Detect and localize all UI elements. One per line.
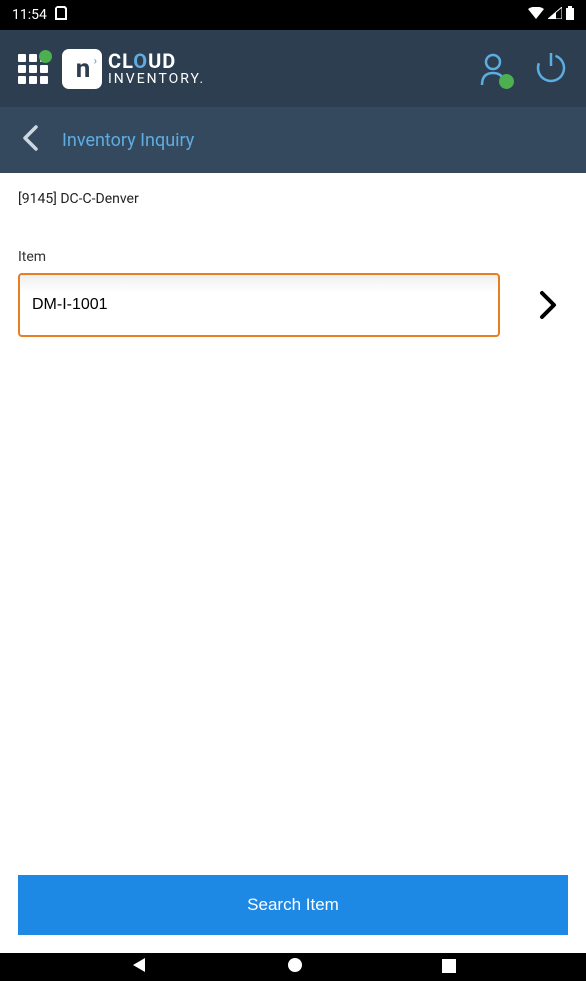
apps-menu-button[interactable]: [18, 54, 48, 84]
battery-icon: [566, 6, 574, 24]
status-bar: 11:54: [0, 0, 586, 30]
nav-recent-button[interactable]: [442, 958, 456, 977]
status-time: 11:54: [12, 7, 47, 23]
nav-back-button[interactable]: [130, 956, 148, 978]
system-nav-bar: [0, 953, 586, 981]
logo-text-top: CLOUD: [108, 50, 205, 72]
next-button[interactable]: [528, 285, 568, 325]
app-header: n › CLOUD INVENTORY.: [0, 30, 586, 107]
header-right: [476, 50, 568, 88]
header-left: n › CLOUD INVENTORY.: [18, 49, 205, 89]
item-label: Item: [18, 249, 568, 265]
status-right: [528, 6, 574, 24]
content-area: [9145] DC-C-Denver Item: [0, 173, 586, 875]
signal-icon: [548, 7, 562, 23]
search-item-label: Search Item: [247, 895, 339, 915]
status-dot-icon: [39, 50, 52, 63]
status-left: 11:54: [12, 6, 67, 24]
app-logo: n › CLOUD INVENTORY.: [62, 49, 205, 89]
power-button[interactable]: [534, 50, 568, 88]
page-title: Inventory Inquiry: [62, 130, 194, 151]
online-dot-icon: [499, 74, 514, 89]
logo-box-icon: n ›: [62, 49, 102, 89]
profile-button[interactable]: [476, 51, 512, 87]
nav-home-button[interactable]: [287, 957, 303, 977]
wifi-icon: [528, 7, 544, 23]
logo-text-bottom: INVENTORY.: [108, 72, 205, 87]
sub-header: Inventory Inquiry: [0, 107, 586, 173]
search-item-button[interactable]: Search Item: [18, 875, 568, 935]
item-input-row: [18, 273, 568, 337]
sim-icon: [55, 6, 67, 24]
back-button[interactable]: [22, 125, 38, 155]
item-input[interactable]: [18, 273, 500, 337]
location-label: [9145] DC-C-Denver: [18, 191, 568, 207]
